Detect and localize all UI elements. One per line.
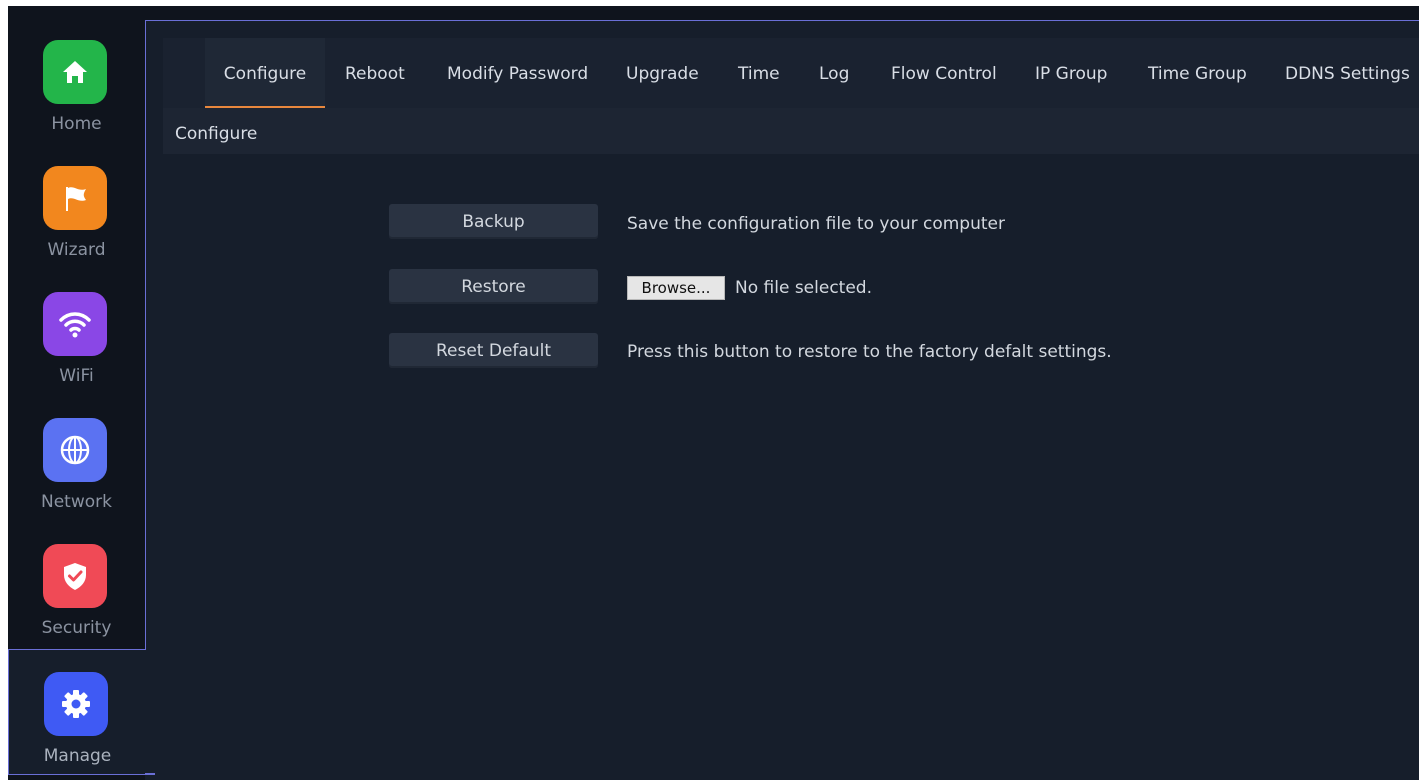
sidebar-item-manage[interactable]: Manage — [8, 649, 146, 775]
browse-file-button[interactable]: Browse... — [627, 276, 725, 300]
tab-configure[interactable]: Configure — [205, 38, 325, 108]
tab-flow-control[interactable]: Flow Control — [891, 38, 997, 108]
sidebar-item-label: WiFi — [59, 366, 94, 386]
breadcrumb-title: Configure — [175, 124, 258, 144]
sidebar-item-label: Home — [51, 114, 102, 134]
screen: Home Wizard WiFi Network Security Manage… — [0, 0, 1419, 780]
breadcrumb: Configure — [163, 108, 1419, 154]
sidebar-item-label: Manage — [43, 746, 112, 766]
reset-description: Press this button to restore to the fact… — [627, 342, 1112, 362]
tab-bar: Configure Reboot Modify Password Upgrade… — [163, 38, 1419, 108]
top-strip — [8, 6, 1419, 20]
tab-time-group[interactable]: Time Group — [1148, 38, 1247, 108]
sidebar-item-network[interactable]: Network — [8, 398, 145, 518]
flag-icon — [43, 166, 107, 230]
file-status: No file selected. — [735, 278, 872, 298]
restore-button[interactable]: Restore — [389, 269, 598, 304]
tab-modify-password[interactable]: Modify Password — [447, 38, 588, 108]
main-content: Configure Reboot Modify Password Upgrade… — [163, 38, 1419, 780]
globe-icon — [43, 418, 107, 482]
divider — [145, 773, 155, 775]
sidebar-item-wifi[interactable]: WiFi — [8, 272, 145, 392]
wifi-icon — [43, 292, 107, 356]
reset-default-button[interactable]: Reset Default — [389, 333, 598, 368]
sidebar-item-home[interactable]: Home — [8, 20, 145, 140]
sidebar-item-label: Wizard — [47, 240, 106, 260]
gear-icon — [44, 672, 108, 736]
tab-ip-group[interactable]: IP Group — [1035, 38, 1107, 108]
tab-reboot[interactable]: Reboot — [345, 38, 405, 108]
sidebar: Home Wizard WiFi Network Security Manage — [8, 20, 146, 780]
tab-upgrade[interactable]: Upgrade — [626, 38, 699, 108]
sidebar-item-security[interactable]: Security — [8, 524, 145, 644]
tab-ddns-settings[interactable]: DDNS Settings — [1285, 38, 1410, 108]
backup-button[interactable]: Backup — [389, 204, 598, 239]
backup-description: Save the configuration file to your comp… — [627, 214, 1005, 234]
sidebar-item-label: Network — [41, 492, 112, 512]
router-admin-app: Home Wizard WiFi Network Security Manage… — [8, 20, 1419, 780]
sidebar-item-wizard[interactable]: Wizard — [8, 146, 145, 266]
shield-icon — [43, 544, 107, 608]
tab-log[interactable]: Log — [819, 38, 849, 108]
sidebar-item-label: Security — [41, 618, 112, 638]
tab-time[interactable]: Time — [738, 38, 780, 108]
home-icon — [43, 40, 107, 104]
